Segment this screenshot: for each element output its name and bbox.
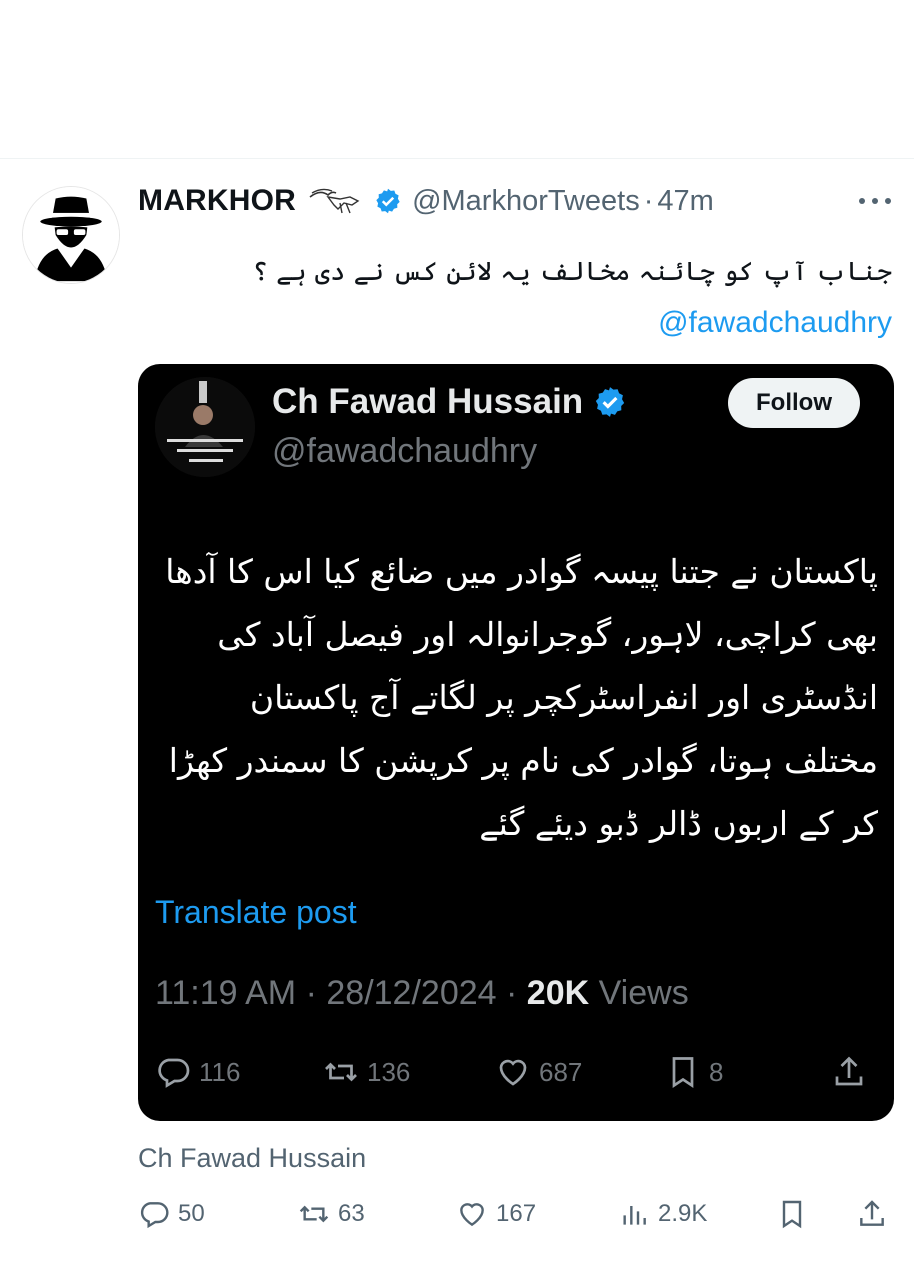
markhor-emoji-icon [306, 187, 364, 215]
quoted-name-row: Ch Fawad Hussain [272, 382, 627, 422]
tweet-text: جناب آپ کو چائنہ مخالف یہ لائن کس نے دی … [252, 257, 892, 287]
quoted-like-count: 687 [539, 1056, 583, 1087]
like-icon [499, 1059, 527, 1086]
quoted-bookmark-button[interactable]: 8 [665, 1054, 723, 1090]
quoted-reply-button[interactable]: 116 [155, 1054, 240, 1090]
quoted-views-label: Views [598, 974, 689, 1012]
quoted-retweet-count: 136 [367, 1056, 411, 1087]
retweet-icon [325, 1062, 357, 1082]
separator: · [305, 974, 317, 1012]
reply-count: 50 [178, 1200, 205, 1227]
translate-post-link[interactable]: Translate post [155, 894, 357, 931]
reply-icon [158, 1058, 190, 1088]
quoted-time[interactable]: 11:19 AM [155, 974, 296, 1012]
tweet-time[interactable]: 47m [657, 185, 713, 218]
spy-avatar-icon [23, 187, 119, 283]
tweet-header: MARKHOR @MarkhorTweets · 47m [138, 180, 898, 222]
share-icon [860, 1200, 884, 1226]
mention-link[interactable]: @fawadchaudhry [658, 306, 892, 340]
top-divider [0, 158, 914, 159]
retweet-button[interactable]: 63 [298, 1198, 365, 1230]
quoted-source-name[interactable]: Ch Fawad Hussain [138, 1143, 366, 1174]
verified-badge-icon [593, 385, 627, 419]
quoted-tweet-card[interactable]: Ch Fawad Hussain @fawadchaudhry Follow پ… [138, 364, 894, 1121]
more-icon[interactable] [858, 197, 892, 205]
quoted-author-avatar[interactable] [155, 377, 255, 477]
reply-button[interactable]: 50 [138, 1198, 205, 1230]
quoted-author-name[interactable]: Ch Fawad Hussain [272, 382, 583, 422]
views-button[interactable]: 2.9K [618, 1198, 707, 1230]
separator: · [643, 184, 654, 217]
author-handle[interactable]: @MarkhorTweets [412, 185, 640, 218]
quoted-share-button[interactable] [831, 1054, 867, 1090]
quoted-body-text: پاکستان نے جتنا پیسہ گوادر میں ضائع کیا … [165, 552, 878, 843]
retweet-icon [299, 1205, 329, 1223]
like-button[interactable]: 167 [456, 1198, 536, 1230]
reply-icon [140, 1202, 169, 1229]
like-count: 167 [496, 1200, 537, 1227]
tweet-action-bar: 50 63 167 2.9K [138, 1198, 898, 1234]
retweet-count: 63 [338, 1200, 365, 1227]
quoted-bookmark-count: 8 [709, 1056, 724, 1087]
like-icon [460, 1203, 484, 1227]
share-button[interactable] [856, 1198, 888, 1230]
portrait-avatar-icon [155, 377, 255, 477]
quoted-like-button[interactable]: 687 [495, 1054, 582, 1090]
quoted-author-handle[interactable]: @fawadchaudhry [272, 432, 537, 471]
author-avatar[interactable] [22, 186, 120, 284]
bookmark-icon [672, 1057, 694, 1089]
quoted-action-bar: 116 136 687 8 [155, 1054, 875, 1094]
quoted-views-count: 20K [526, 974, 590, 1012]
views-count: 2.9K [658, 1200, 708, 1227]
follow-button[interactable]: Follow [728, 378, 860, 428]
quoted-retweet-button[interactable]: 136 [323, 1054, 410, 1090]
views-icon [623, 1206, 646, 1225]
separator: · [506, 974, 518, 1012]
bookmark-button[interactable] [776, 1198, 808, 1230]
author-name[interactable]: MARKHOR [138, 184, 296, 218]
quoted-reply-count: 116 [199, 1056, 241, 1087]
quoted-date[interactable]: 28/12/2024 [326, 974, 496, 1012]
share-icon [835, 1056, 863, 1086]
quoted-meta: 11:19 AM · 28/12/2024 · 20K Views [155, 974, 689, 1013]
bookmark-icon [782, 1200, 802, 1229]
verified-badge-icon [374, 187, 402, 215]
